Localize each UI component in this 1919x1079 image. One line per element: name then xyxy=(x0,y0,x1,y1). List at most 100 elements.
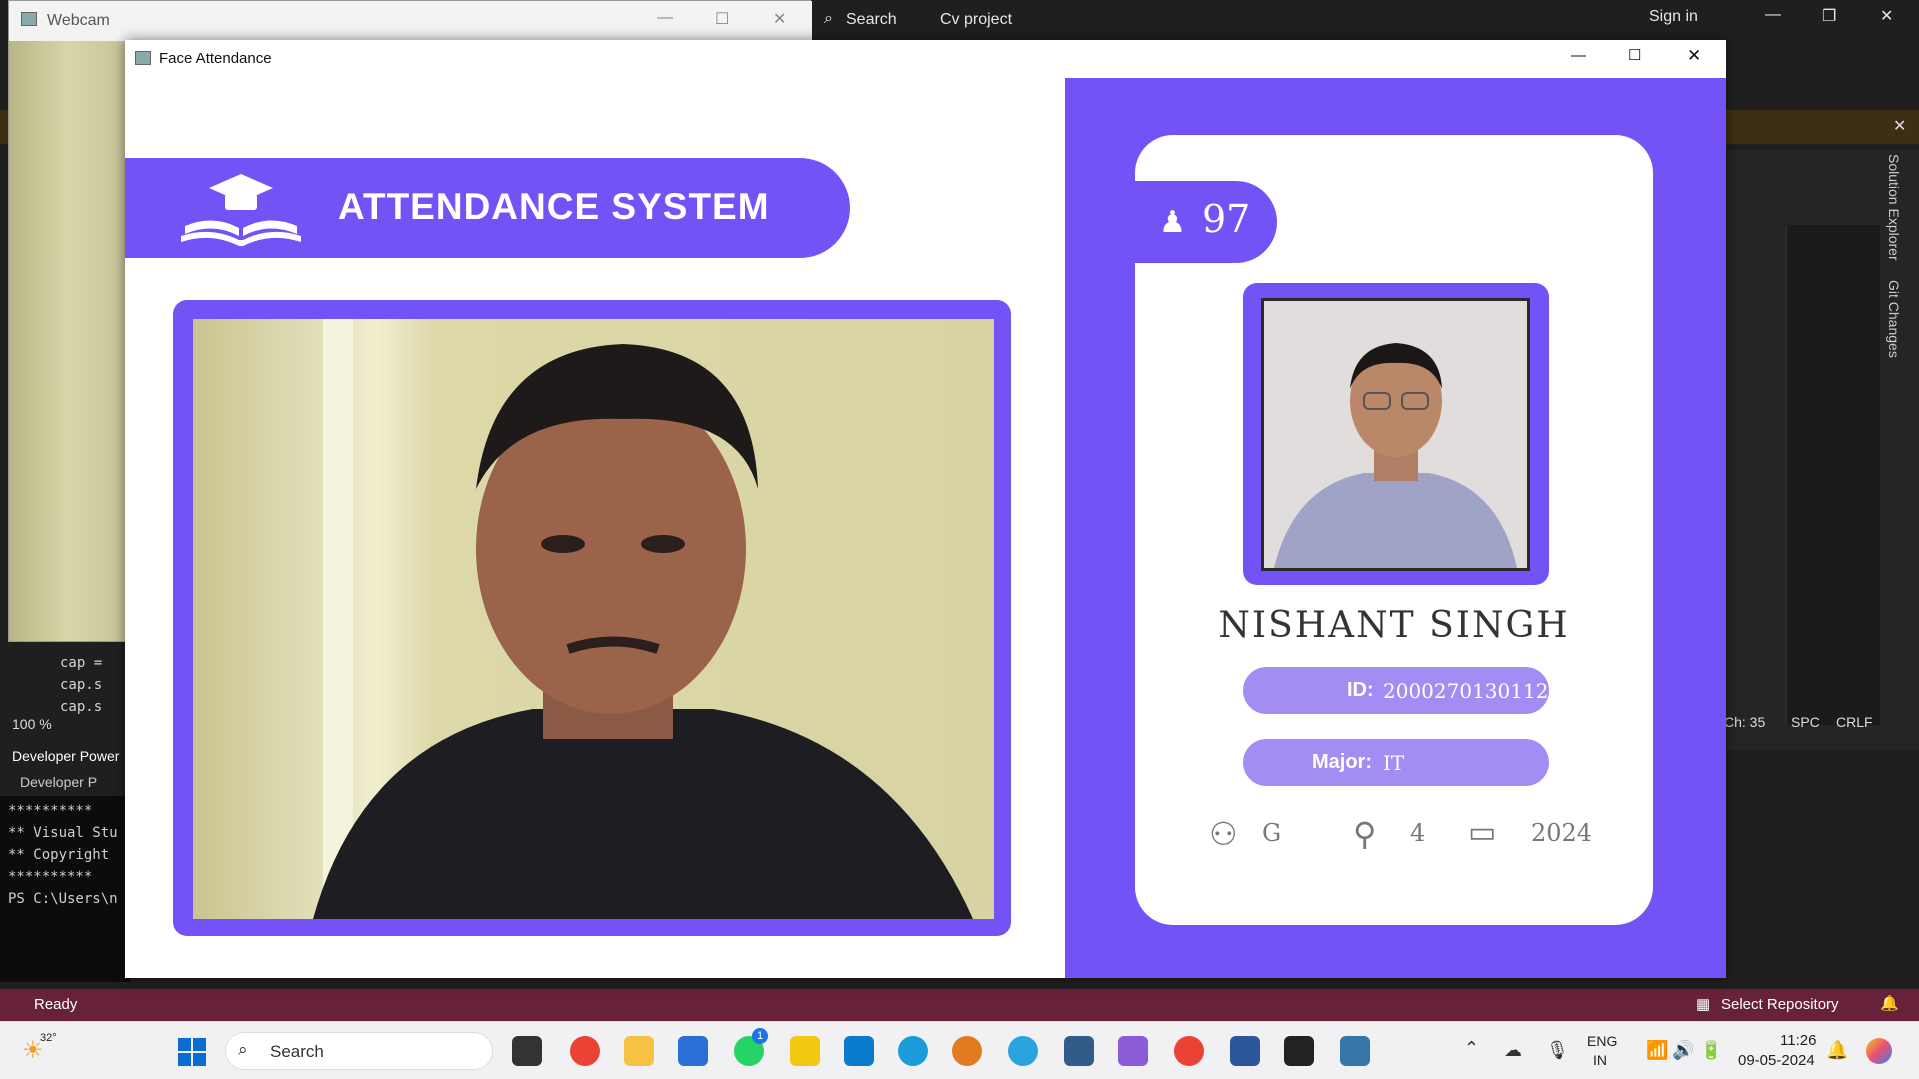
taskbar-search[interactable]: ⌕ Search xyxy=(225,1032,493,1070)
app-icon[interactable] xyxy=(1064,1036,1094,1066)
chrome-icon[interactable] xyxy=(1174,1036,1204,1066)
minimize-icon[interactable]: — xyxy=(1765,6,1781,24)
app-icon[interactable] xyxy=(952,1036,982,1066)
whatsapp-icon[interactable]: 1 xyxy=(734,1028,768,1066)
student-major-pill: Major: IT xyxy=(1243,739,1549,786)
webcam-title: Webcam xyxy=(47,12,110,29)
select-repository-button[interactable]: Select Repository xyxy=(1721,996,1839,1013)
terminal-icon[interactable] xyxy=(1284,1036,1314,1066)
power-bi-icon[interactable] xyxy=(790,1036,820,1066)
app-icon xyxy=(135,51,151,65)
code-line: cap = xyxy=(60,655,103,671)
chrome-icon[interactable] xyxy=(570,1036,600,1066)
search-icon[interactable]: ⌕ xyxy=(824,10,833,28)
id-value: 2000270130112 xyxy=(1383,679,1549,703)
header-banner: ATTENDANCE SYSTEM xyxy=(125,158,850,258)
terminal-title: Developer Power xyxy=(0,742,130,768)
close-icon[interactable]: ✕ xyxy=(773,9,786,29)
person-icon: ⚲ xyxy=(1353,815,1377,853)
file-explorer-icon[interactable] xyxy=(624,1036,654,1066)
notification-icon[interactable]: 🔔 xyxy=(1880,994,1899,1012)
cloud-icon[interactable]: ☁ xyxy=(1504,1040,1522,1061)
language-top[interactable]: ENG xyxy=(1587,1033,1617,1049)
major-value: IT xyxy=(1383,751,1405,775)
student-id-pill: ID: 2000270130112 xyxy=(1243,667,1549,714)
left-panel: ATTENDANCE SYSTEM xyxy=(125,78,1065,978)
code-line: cap.s xyxy=(60,677,103,693)
app-icon xyxy=(21,12,37,26)
starting-year-value: 2024 xyxy=(1531,819,1593,847)
graduation-book-icon xyxy=(181,174,301,246)
microphone-icon[interactable]: 🎙 xyxy=(1546,1040,1569,1061)
volume-icon[interactable]: 🔊 xyxy=(1672,1040,1694,1061)
copilot-icon[interactable] xyxy=(1866,1038,1892,1064)
windows-taskbar: ☀ 32° ⌕ Search 1 ⌃ ☁ 🎙 ENG IN 📶 🔊 🔋 11:2… xyxy=(0,1021,1919,1079)
whitespace-mode[interactable]: SPC xyxy=(1791,714,1820,730)
battery-icon[interactable]: 🔋 xyxy=(1700,1040,1722,1061)
camera-feed xyxy=(193,319,994,919)
terminal-line: ** Visual Stu xyxy=(8,825,118,841)
standing-icon: ⚇ xyxy=(1209,815,1238,853)
editor-status-row: Ch: 35 SPC CRLF xyxy=(1722,712,1919,732)
code-editor[interactable]: cap = cap.s cap.s xyxy=(60,652,130,722)
search-icon: ⌕ xyxy=(238,1040,248,1059)
code-line: cap.s xyxy=(60,699,103,715)
terminal-line: PS C:\Users\n xyxy=(8,891,118,907)
sign-in-link[interactable]: Sign in xyxy=(1649,8,1698,26)
clock-date[interactable]: 09-05-2024 xyxy=(1738,1052,1815,1069)
zoom-level[interactable]: 100 % xyxy=(12,716,52,732)
solution-explorer-tab[interactable]: Solution Explorer xyxy=(1884,154,1902,261)
line-ending[interactable]: CRLF xyxy=(1836,714,1873,730)
id-label: ID: xyxy=(1347,679,1374,701)
notification-icon[interactable]: 🔔 xyxy=(1826,1040,1848,1061)
close-icon[interactable]: ✕ xyxy=(1893,116,1906,136)
attendance-count-badge: ♟ 97 xyxy=(1135,181,1277,263)
telegram-icon[interactable] xyxy=(1008,1036,1038,1066)
terminal-panel[interactable]: Developer Power Developer P ********** *… xyxy=(0,742,130,982)
code-minimap[interactable] xyxy=(1786,225,1880,725)
maximize-icon[interactable]: ☐ xyxy=(715,9,729,29)
git-changes-tab[interactable]: Git Changes xyxy=(1884,280,1902,358)
face-attendance-window: Face Attendance — ☐ ✕ ATTENDANCE SYSTEM xyxy=(125,40,1726,978)
year-value: 4 xyxy=(1410,819,1426,847)
whatsapp-badge: 1 xyxy=(752,1028,768,1044)
window-title-bar: Face Attendance — ☐ ✕ xyxy=(125,40,1726,78)
chevron-up-icon[interactable]: ⌃ xyxy=(1464,1038,1479,1059)
task-view-icon[interactable] xyxy=(512,1036,542,1066)
banner-title: ATTENDANCE SYSTEM xyxy=(338,186,770,227)
search-placeholder: Search xyxy=(270,1042,324,1061)
vscode-icon[interactable] xyxy=(844,1036,874,1066)
close-icon[interactable]: ✕ xyxy=(1687,46,1701,66)
window-title: Face Attendance xyxy=(159,50,272,67)
minimize-icon[interactable]: — xyxy=(1571,47,1586,64)
maximize-icon[interactable]: ☐ xyxy=(1628,46,1641,64)
major-label: Major: xyxy=(1312,751,1372,773)
student-photo-image xyxy=(1274,343,1517,568)
status-text: Ready xyxy=(34,996,78,1013)
camera-frame xyxy=(173,300,1011,936)
vs-status-bar: Ready ▦ Select Repository 🔔 xyxy=(0,989,1919,1021)
terminal-line: ********** xyxy=(8,869,93,885)
python-icon[interactable] xyxy=(1340,1036,1370,1066)
clock-time[interactable]: 11:26 xyxy=(1780,1032,1816,1049)
minimize-icon[interactable]: — xyxy=(657,9,673,27)
terminal-tab[interactable]: Developer P xyxy=(0,768,130,796)
edge-icon[interactable] xyxy=(898,1036,928,1066)
windows-logo-icon xyxy=(178,1038,206,1066)
word-icon[interactable] xyxy=(1230,1036,1260,1066)
standing-value: G xyxy=(1262,819,1282,847)
repository-icon: ▦ xyxy=(1696,996,1711,1013)
weather-temp: 32° xyxy=(40,1032,57,1044)
calendar-icon: ▭ xyxy=(1468,815,1497,850)
start-button[interactable] xyxy=(178,1038,206,1066)
student-name: NISHANT SINGH xyxy=(1218,605,1570,646)
vs-search-button[interactable]: Search xyxy=(846,11,897,29)
attendance-count: 97 xyxy=(1202,197,1251,241)
language-bottom[interactable]: IN xyxy=(1593,1052,1607,1068)
restore-icon[interactable]: ❐ xyxy=(1822,6,1836,26)
attendance-icon: ♟ xyxy=(1159,206,1186,239)
store-icon[interactable] xyxy=(678,1036,708,1066)
visual-studio-icon[interactable] xyxy=(1118,1036,1148,1066)
wifi-icon[interactable]: 📶 xyxy=(1646,1040,1668,1061)
close-icon[interactable]: ✕ xyxy=(1880,6,1893,26)
